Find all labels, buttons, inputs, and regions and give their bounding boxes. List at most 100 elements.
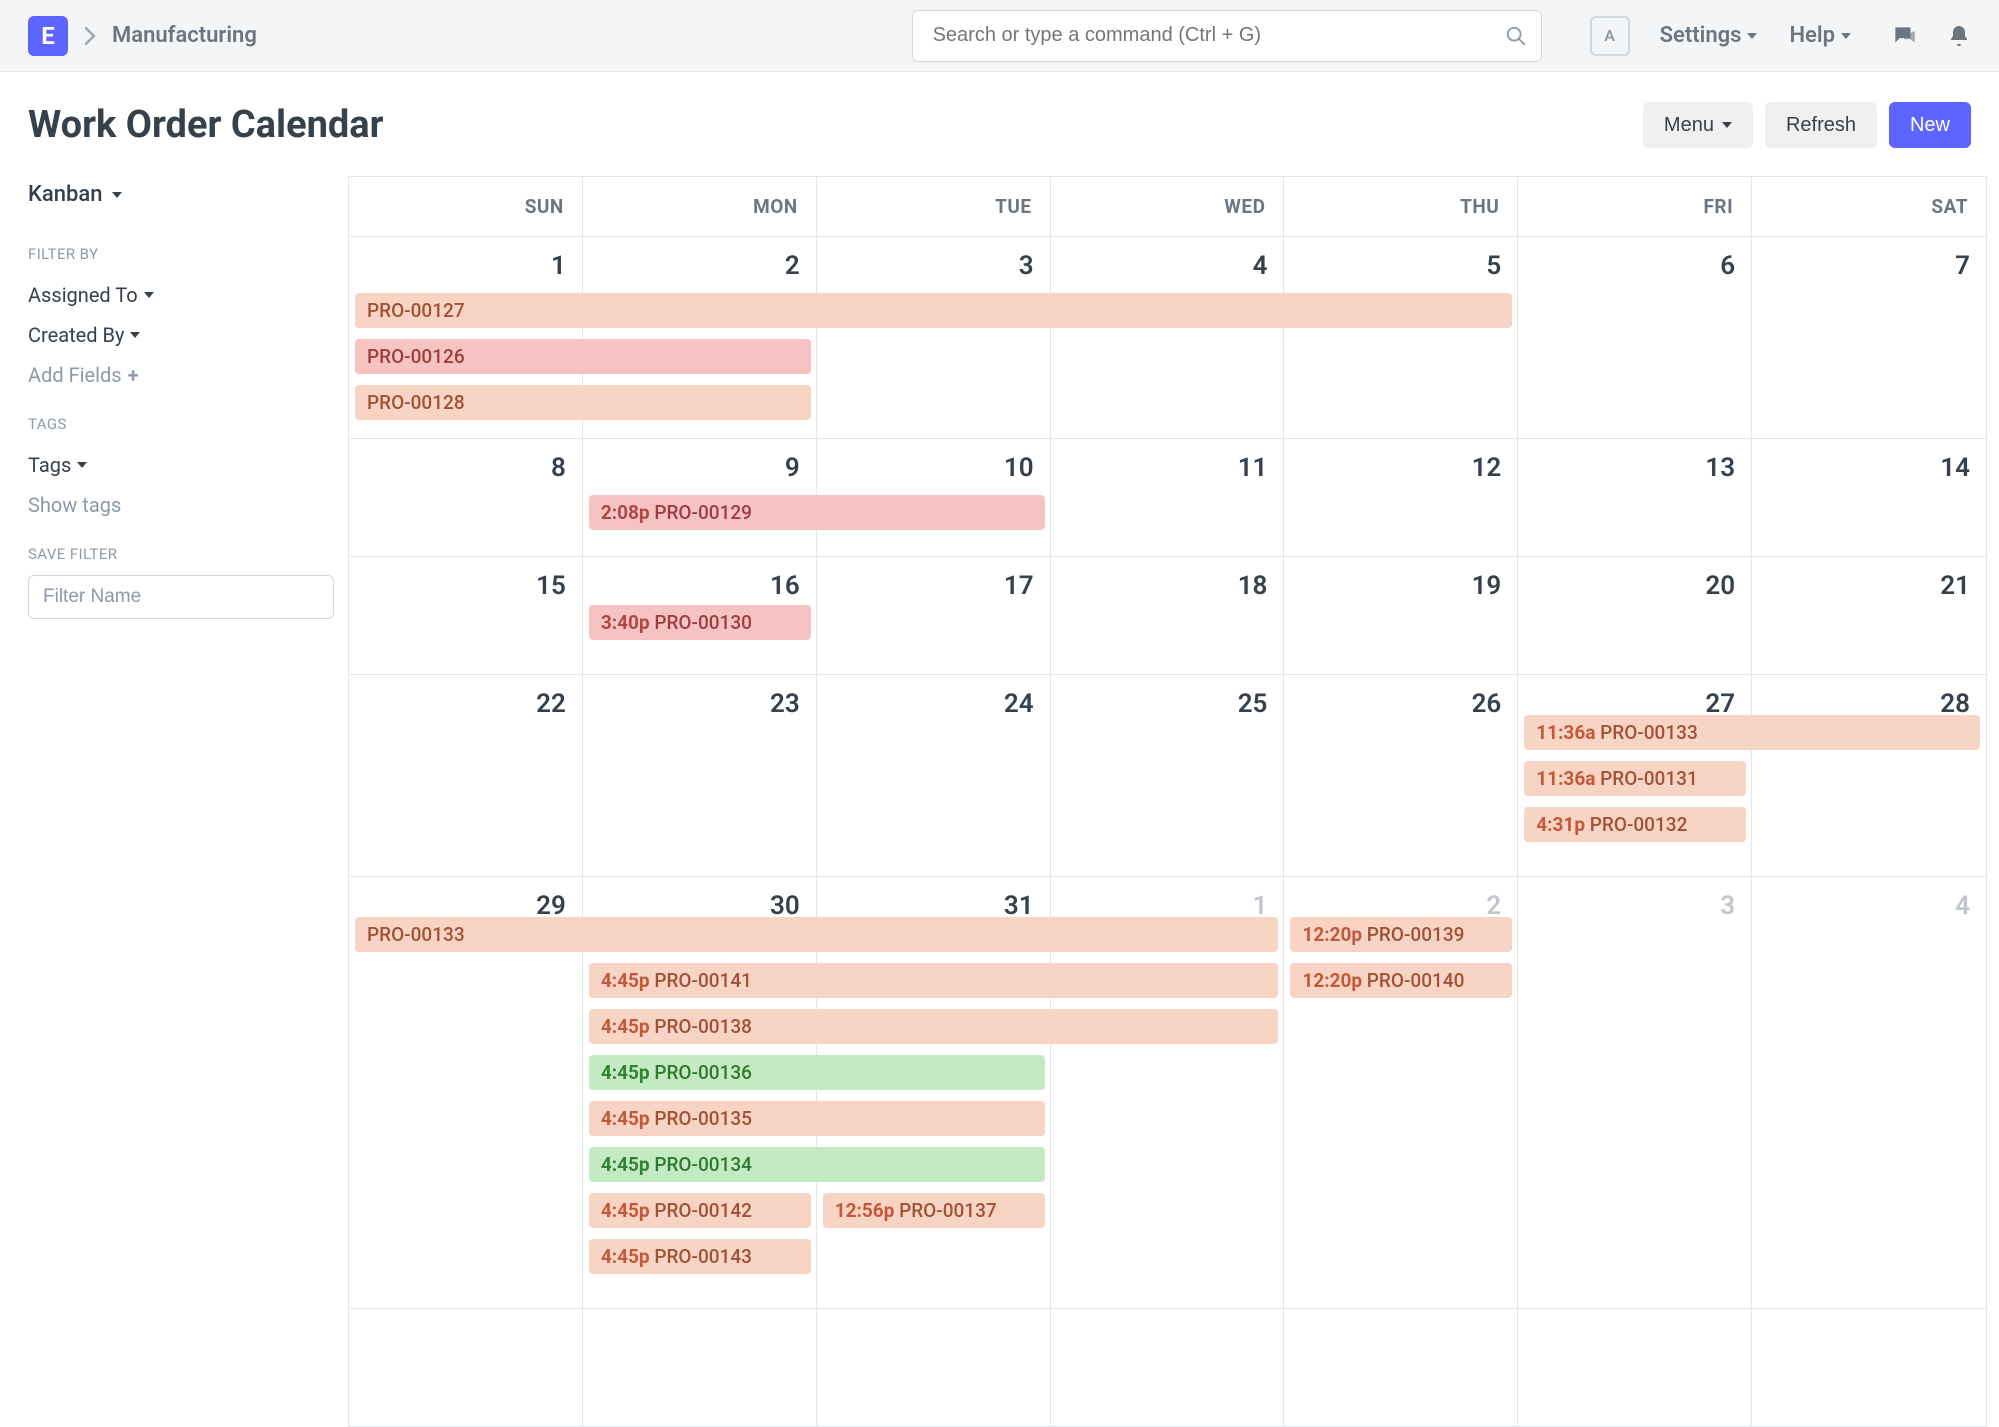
show-tags[interactable]: Show tags: [28, 485, 324, 525]
topbar: E Manufacturing A Settings Help: [0, 0, 1999, 72]
settings-menu[interactable]: Settings: [1650, 17, 1768, 54]
calendar-day-header: MON: [583, 177, 817, 237]
calendar-day-cell[interactable]: 26: [1284, 675, 1518, 877]
calendar-day-cell[interactable]: 13: [1518, 439, 1752, 557]
calendar: SUNMONTUEWEDTHUFRISAT 123456789101112131…: [348, 176, 1987, 1427]
calendar-day-header: WED: [1051, 177, 1285, 237]
filter-label: Created By: [28, 323, 124, 347]
sidebar-heading-filter: FILTER BY: [28, 245, 324, 263]
calendar-day-cell[interactable]: 20: [1518, 557, 1752, 675]
calendar-event[interactable]: PRO-00133: [355, 917, 1278, 952]
calendar-event[interactable]: 11:36a PRO-00133: [1524, 715, 1980, 750]
calendar-day-cell[interactable]: [349, 1309, 583, 1427]
calendar-event[interactable]: 12:20p PRO-00140: [1290, 963, 1512, 998]
calendar-event[interactable]: 4:45p PRO-00141: [589, 963, 1279, 998]
view-switch[interactable]: Kanban: [28, 176, 324, 225]
day-number: 4: [1762, 885, 1976, 927]
calendar-day-cell[interactable]: 14: [1752, 439, 1986, 557]
day-number: 21: [1762, 565, 1976, 607]
calendar-event[interactable]: 4:31p PRO-00132: [1524, 807, 1746, 842]
bell-icon[interactable]: [1947, 23, 1971, 49]
calendar-event[interactable]: 4:45p PRO-00136: [589, 1055, 1045, 1090]
day-number: 3: [1528, 885, 1741, 927]
calendar-day-cell[interactable]: 21: [1752, 557, 1986, 675]
user-avatar[interactable]: A: [1590, 16, 1630, 56]
calendar-day-cell[interactable]: 5: [1284, 237, 1518, 439]
calendar-event[interactable]: 3:40p PRO-00130: [589, 605, 811, 640]
calendar-event[interactable]: PRO-00126: [355, 339, 811, 374]
calendar-day-header: SUN: [349, 177, 583, 237]
day-number: 1: [359, 245, 572, 287]
calendar-day-cell[interactable]: 4: [1051, 237, 1285, 439]
filter-created-by[interactable]: Created By: [28, 315, 324, 355]
calendar-day-header: TUE: [817, 177, 1051, 237]
calendar-day-cell[interactable]: 24: [817, 675, 1051, 877]
refresh-button[interactable]: Refresh: [1765, 102, 1877, 148]
calendar-day-cell[interactable]: 23: [583, 675, 817, 877]
day-number: [1294, 1317, 1507, 1329]
calendar-day-cell[interactable]: 28: [1752, 675, 1986, 877]
day-number: 26: [1294, 683, 1507, 725]
calendar-event[interactable]: PRO-00128: [355, 385, 811, 420]
calendar-event[interactable]: 12:56p PRO-00137: [823, 1193, 1045, 1228]
day-number: 23: [593, 683, 806, 725]
calendar-day-cell[interactable]: [583, 1309, 817, 1427]
chevron-right-icon: [84, 27, 96, 45]
calendar-day-cell[interactable]: 3: [817, 237, 1051, 439]
day-number: [827, 1317, 1040, 1329]
calendar-event[interactable]: 4:45p PRO-00142: [589, 1193, 811, 1228]
add-fields[interactable]: Add Fields: [28, 355, 324, 395]
menu-button[interactable]: Menu: [1643, 102, 1753, 148]
calendar-day-cell[interactable]: [1284, 1309, 1518, 1427]
tags-dropdown[interactable]: Tags: [28, 445, 324, 485]
day-number: 16: [593, 565, 806, 607]
calendar-day-cell[interactable]: 6: [1518, 237, 1752, 439]
calendar-event[interactable]: PRO-00127: [355, 293, 1512, 328]
calendar-day-cell[interactable]: 18: [1051, 557, 1285, 675]
calendar-day-cell[interactable]: 7: [1752, 237, 1986, 439]
calendar-day-cell[interactable]: 8: [349, 439, 583, 557]
calendar-day-cell[interactable]: [1051, 1309, 1285, 1427]
day-number: 11: [1061, 447, 1274, 489]
day-number: [1061, 1317, 1274, 1329]
new-button[interactable]: New: [1889, 102, 1971, 148]
help-menu[interactable]: Help: [1779, 17, 1861, 54]
calendar-event[interactable]: 2:08p PRO-00129: [589, 495, 1045, 530]
calendar-day-cell[interactable]: 17: [817, 557, 1051, 675]
calendar-event[interactable]: 12:20p PRO-00139: [1290, 917, 1512, 952]
filter-name-input[interactable]: [28, 575, 334, 619]
calendar-day-header: SAT: [1752, 177, 1986, 237]
view-switch-label: Kanban: [28, 182, 102, 207]
calendar-day-cell[interactable]: [1752, 1309, 1986, 1427]
day-number: 20: [1528, 565, 1741, 607]
calendar-day-cell[interactable]: 12: [1284, 439, 1518, 557]
calendar-event[interactable]: 4:45p PRO-00138: [589, 1009, 1279, 1044]
day-number: 24: [827, 683, 1040, 725]
breadcrumb-manufacturing[interactable]: Manufacturing: [112, 23, 257, 48]
calendar-day-cell[interactable]: 11: [1051, 439, 1285, 557]
filter-assigned-to[interactable]: Assigned To: [28, 275, 324, 315]
calendar-event[interactable]: 4:45p PRO-00134: [589, 1147, 1045, 1182]
calendar-day-cell[interactable]: 15: [349, 557, 583, 675]
app-logo[interactable]: E: [28, 16, 68, 56]
day-number: 10: [827, 447, 1040, 489]
calendar-day-cell[interactable]: 4: [1752, 877, 1986, 1309]
calendar-event[interactable]: 4:45p PRO-00143: [589, 1239, 811, 1274]
calendar-day-cell[interactable]: 25: [1051, 675, 1285, 877]
calendar-day-cell[interactable]: [817, 1309, 1051, 1427]
caret-down-icon: [1747, 33, 1757, 39]
search-icon: [1505, 25, 1527, 47]
search-input[interactable]: [913, 11, 1541, 61]
calendar-event[interactable]: 4:45p PRO-00135: [589, 1101, 1045, 1136]
sidebar: Kanban FILTER BY Assigned To Created By …: [28, 176, 348, 1427]
calendar-event[interactable]: 11:36a PRO-00131: [1524, 761, 1746, 796]
global-search[interactable]: [912, 10, 1542, 62]
chat-icon[interactable]: [1891, 23, 1917, 49]
day-number: [593, 1317, 806, 1329]
calendar-day-cell[interactable]: 22: [349, 675, 583, 877]
calendar-day-cell[interactable]: 3: [1518, 877, 1752, 1309]
calendar-day-cell[interactable]: [1518, 1309, 1752, 1427]
refresh-label: Refresh: [1786, 114, 1856, 137]
calendar-day-cell[interactable]: 19: [1284, 557, 1518, 675]
show-tags-label: Show tags: [28, 493, 121, 517]
